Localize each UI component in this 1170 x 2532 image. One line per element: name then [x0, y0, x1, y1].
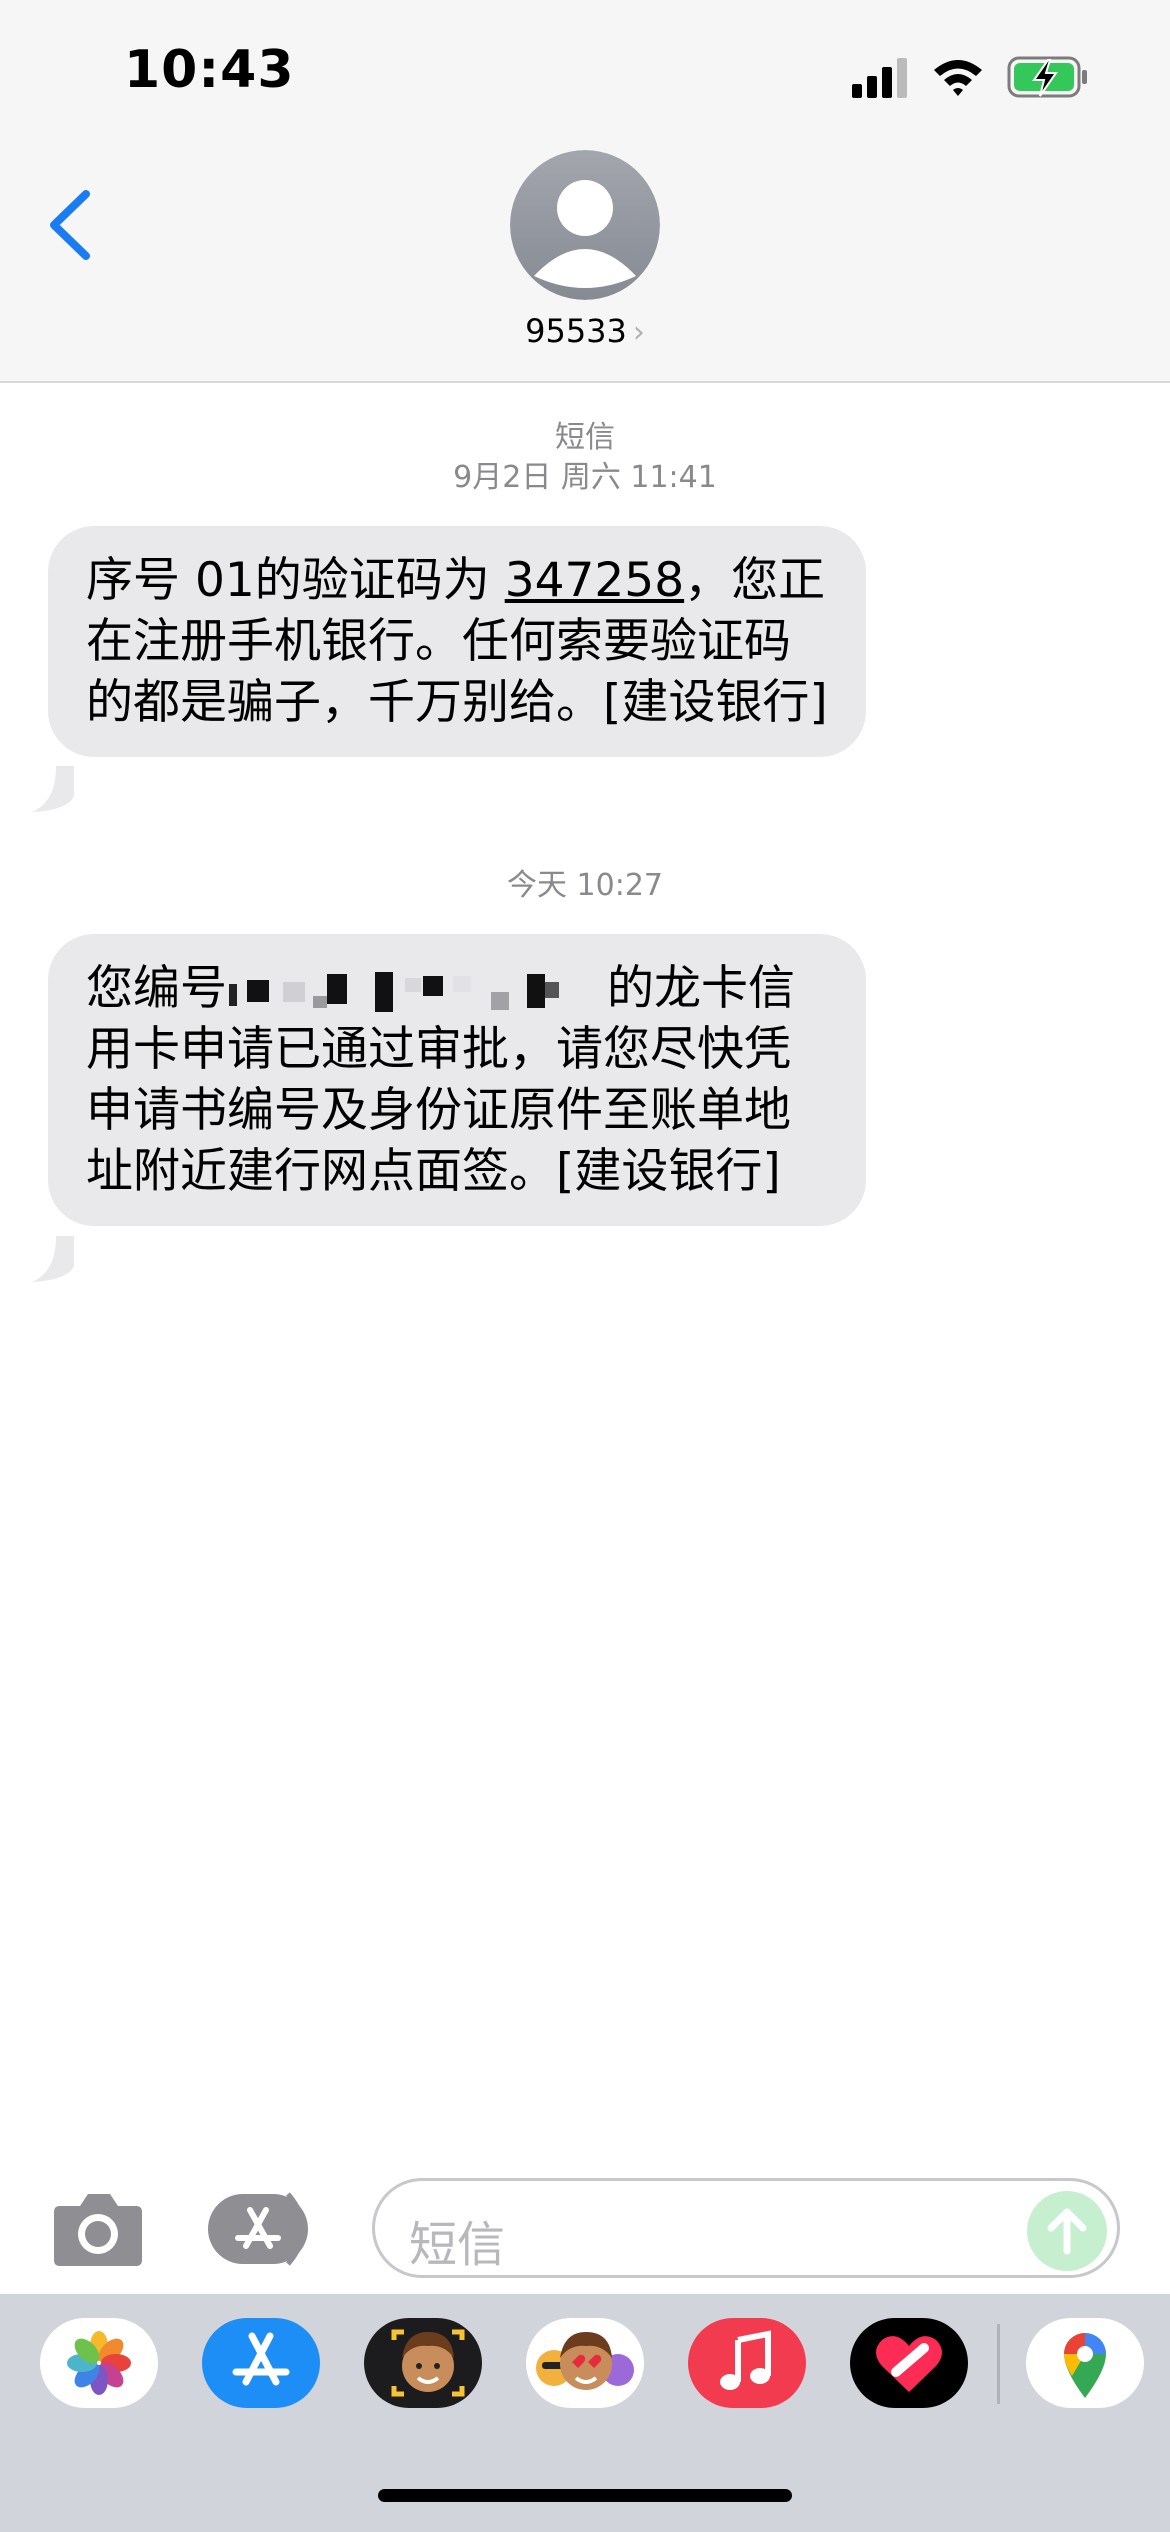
message-text: 序号 01的验证码为: [86, 553, 505, 608]
message-timestamp: 今天 10:27: [507, 868, 663, 903]
back-chevron-icon[interactable]: [38, 180, 108, 270]
message-input[interactable]: 短信: [372, 2178, 1120, 2278]
redacted-number: [227, 970, 607, 1014]
message-timestamp: 9月2日 周六 11:41: [453, 460, 717, 495]
status-icons: [852, 56, 1087, 98]
home-indicator[interactable]: [378, 2489, 792, 2502]
music-icon[interactable]: [688, 2318, 806, 2408]
person-icon: [510, 150, 660, 300]
verification-code-link[interactable]: 347258: [505, 553, 684, 608]
battery-charging-icon: [1007, 56, 1087, 98]
send-button[interactable]: [1027, 2191, 1107, 2271]
fitness-heart-icon[interactable]: [850, 2318, 968, 2408]
message-bubble[interactable]: 您编号 的龙卡信用卡申请已通过审批，请您尽快凭申请书编号及身份证原件至账单地址附…: [48, 934, 866, 1226]
camera-icon[interactable]: [52, 2190, 144, 2268]
photos-icon[interactable]: [40, 2318, 158, 2408]
wifi-icon: [934, 60, 982, 96]
status-time: 10:43: [124, 40, 295, 100]
conversation-header: 10:43 95533 ›: [0, 0, 1170, 383]
app-strip-divider: [997, 2324, 1000, 2404]
message-text: 您编号: [86, 961, 227, 1016]
animoji-icon[interactable]: [526, 2318, 644, 2408]
arrow-up-icon: [1047, 2208, 1087, 2255]
contact-number: 95533: [525, 312, 627, 350]
app-store-icon[interactable]: [202, 2318, 320, 2408]
app-store-button-icon[interactable]: [206, 2190, 320, 2268]
memoji-stickers-icon[interactable]: [364, 2318, 482, 2408]
bubble-tail: [32, 1236, 74, 1282]
message-input-placeholder: 短信: [409, 2217, 506, 2273]
message-bubble[interactable]: 序号 01的验证码为 347258，您正在注册手机银行。任何索要验证码的都是骗子…: [48, 526, 866, 757]
contact-name[interactable]: 95533 ›: [0, 312, 1170, 350]
contact-avatar[interactable]: [510, 150, 660, 300]
bubble-tail: [32, 766, 74, 812]
cellular-signal-icon: [852, 58, 907, 98]
message-label: 短信: [555, 420, 615, 455]
google-maps-icon[interactable]: [1026, 2318, 1144, 2408]
chevron-right-icon: ›: [632, 315, 645, 350]
